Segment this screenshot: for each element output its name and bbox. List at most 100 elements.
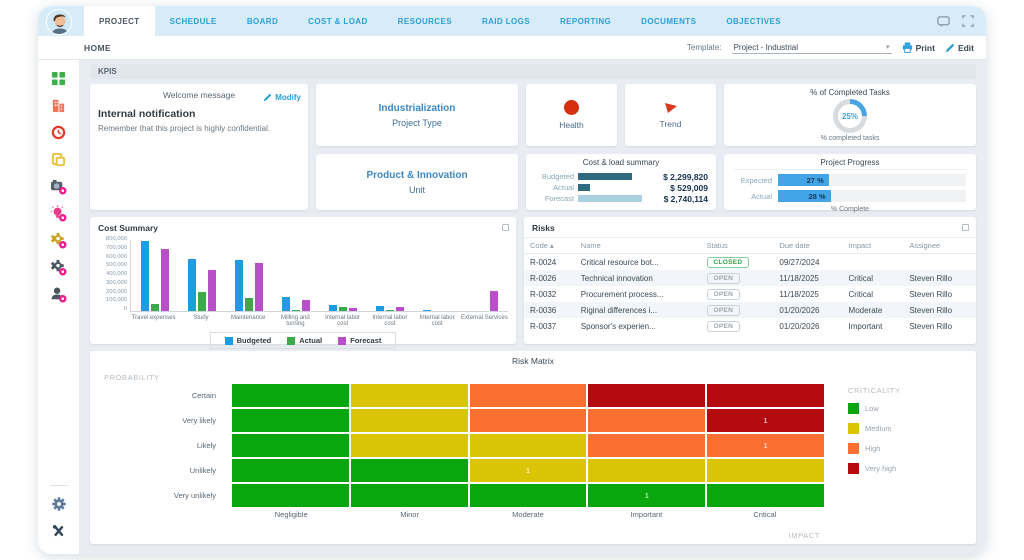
matrix-cell-high[interactable] <box>588 409 706 432</box>
tab-project[interactable]: PROJECT <box>84 6 155 36</box>
risk-matrix-card: Risk Matrix PROBABILITY Certain Very like… <box>90 351 976 544</box>
matrix-cell-high[interactable] <box>588 434 706 457</box>
modify-button[interactable]: Modify <box>263 93 301 102</box>
progress-track: 27 % <box>778 174 966 186</box>
matrix-cell-medium[interactable] <box>350 434 468 457</box>
criticality-label: High <box>865 444 881 453</box>
matrix-row: Unlikely 1 <box>100 459 824 482</box>
matrix-cell-low[interactable] <box>232 434 349 457</box>
risk-row[interactable]: R-0026 Technical innovation OPEN 11/18/2025… <box>524 270 976 286</box>
process-gear-yellow-icon[interactable] <box>49 230 69 250</box>
matrix-cell-veryhigh[interactable] <box>707 384 824 407</box>
tab-documents[interactable]: DOCUMENTS <box>626 6 711 36</box>
cost-load-row-value: $ 2,299,820 <box>663 171 708 182</box>
risks-column-header[interactable]: Code ▴ <box>524 237 575 254</box>
risk-status: OPEN <box>701 318 774 334</box>
matrix-cell-low[interactable] <box>232 484 349 507</box>
matrix-cell-high[interactable] <box>469 384 587 407</box>
matrix-cell-low[interactable] <box>232 384 349 407</box>
risk-status: OPEN <box>701 286 774 302</box>
edit-button[interactable]: Edit <box>945 43 974 53</box>
admin-tools-icon[interactable] <box>49 521 69 541</box>
tab-resources[interactable]: RESOURCES <box>383 6 467 36</box>
matrix-cell-high[interactable]: 1 <box>707 434 824 457</box>
tab-board[interactable]: BOARD <box>232 6 293 36</box>
health-label: Health <box>559 120 584 130</box>
process-gear-dark-icon[interactable] <box>49 257 69 277</box>
risk-due-date: 09/27/2024 <box>779 257 820 267</box>
criticality-label: Medium <box>865 424 892 433</box>
health-status-dot <box>564 100 579 115</box>
notification-body: Remember that this project is highly con… <box>98 124 271 133</box>
kpis-section-header[interactable]: KPIS <box>90 64 976 79</box>
building-icon[interactable] <box>49 95 69 115</box>
matrix-cell-low[interactable] <box>469 484 587 507</box>
tab-raid-logs[interactable]: RAID LOGS <box>467 6 545 36</box>
risk-code-link[interactable]: R-0024 <box>524 254 575 271</box>
print-button[interactable]: Print <box>902 42 935 53</box>
completed-tasks-card: % of Completed Tasks 25% % completed tas… <box>724 84 976 146</box>
risks-column-header[interactable]: Name <box>574 237 701 254</box>
risks-column-header[interactable]: Due date <box>773 237 843 254</box>
risks-column-header[interactable]: Impact <box>842 237 904 254</box>
documents-icon[interactable] <box>49 149 69 169</box>
matrix-cell-medium[interactable] <box>588 459 706 482</box>
popout-icon[interactable] <box>502 224 509 231</box>
bar-forecast <box>396 307 405 311</box>
popout-icon[interactable] <box>962 224 969 231</box>
cost-load-title: Cost & load summary <box>582 158 660 167</box>
printer-icon <box>902 42 912 53</box>
matrix-cell-low[interactable] <box>350 459 468 482</box>
matrix-cell-veryhigh[interactable] <box>588 384 706 407</box>
user-avatar[interactable] <box>46 9 72 35</box>
cost-load-bar <box>578 173 632 180</box>
matrix-cell-medium[interactable] <box>469 434 587 457</box>
clock-icon[interactable] <box>49 122 69 142</box>
tab-objectives[interactable]: OBJECTIVES <box>711 6 796 36</box>
portfolio-icon[interactable] <box>49 176 69 196</box>
industrialization-card: Industrialization Project Type <box>316 84 518 146</box>
progress-fill: 28 % <box>778 190 831 202</box>
matrix-cell-low[interactable] <box>707 484 824 507</box>
risk-row[interactable]: R-0037 Sponsor's experien... OPEN 01/20/202… <box>524 318 976 334</box>
risk-row[interactable]: R-0024 Critical resource bot... CLOSED 09/2… <box>524 254 976 271</box>
cost-summary-card: Cost Summary 800,000 700,000 600,000 500,00… <box>90 217 516 349</box>
matrix-cell-high[interactable] <box>469 409 587 432</box>
risk-code-link[interactable]: R-0026 <box>524 270 575 286</box>
risks-column-header[interactable]: Status <box>700 237 774 254</box>
cost-load-bar-track <box>578 173 644 180</box>
matrix-cell-medium[interactable] <box>350 384 468 407</box>
risk-code-link[interactable]: R-0037 <box>524 318 575 334</box>
matrix-row: Certain <box>100 384 824 407</box>
template-select[interactable]: Project - Industrial ▾ <box>731 42 892 54</box>
comments-icon[interactable] <box>937 15 950 28</box>
tab-cost-load[interactable]: COST & LOAD <box>293 6 383 36</box>
matrix-row-cells <box>232 384 824 407</box>
risk-code-link[interactable]: R-0032 <box>524 286 575 302</box>
cost-load-row-label: Budgeted <box>541 172 574 181</box>
matrix-cell-veryhigh[interactable]: 1 <box>707 409 824 432</box>
matrix-cell-low[interactable]: 1 <box>588 484 706 507</box>
matrix-cell-medium[interactable] <box>707 459 824 482</box>
risk-code-link[interactable]: R-0036 <box>524 302 575 318</box>
criticality-swatch <box>848 403 859 414</box>
dashboard-grid-icon[interactable] <box>49 68 69 88</box>
criticality-label: Very high <box>865 464 897 473</box>
status-badge: OPEN <box>706 272 741 284</box>
risk-assignee: Steven Rillo <box>909 273 953 283</box>
settings-gear-icon[interactable] <box>49 494 69 514</box>
matrix-cell-medium[interactable] <box>350 409 468 432</box>
matrix-cell-low[interactable] <box>232 459 349 482</box>
resources-user-icon[interactable] <box>49 284 69 304</box>
tab-reporting[interactable]: REPORTING <box>545 6 626 36</box>
matrix-cell-low[interactable] <box>350 484 468 507</box>
matrix-cell-low[interactable] <box>232 409 349 432</box>
fullscreen-icon[interactable] <box>962 15 974 27</box>
risk-row[interactable]: R-0032 Procurement process... OPEN 11/18/20… <box>524 286 976 302</box>
risk-row[interactable]: R-0036 Riginal differences i... OPEN 01/20/… <box>524 302 976 318</box>
risks-column-header[interactable]: Assignee <box>903 237 976 254</box>
tab-schedule[interactable]: SCHEDULE <box>155 6 232 36</box>
idea-icon[interactable] <box>49 203 69 223</box>
matrix-cell-medium[interactable]: 1 <box>469 459 587 482</box>
status-badge: OPEN <box>706 304 741 316</box>
